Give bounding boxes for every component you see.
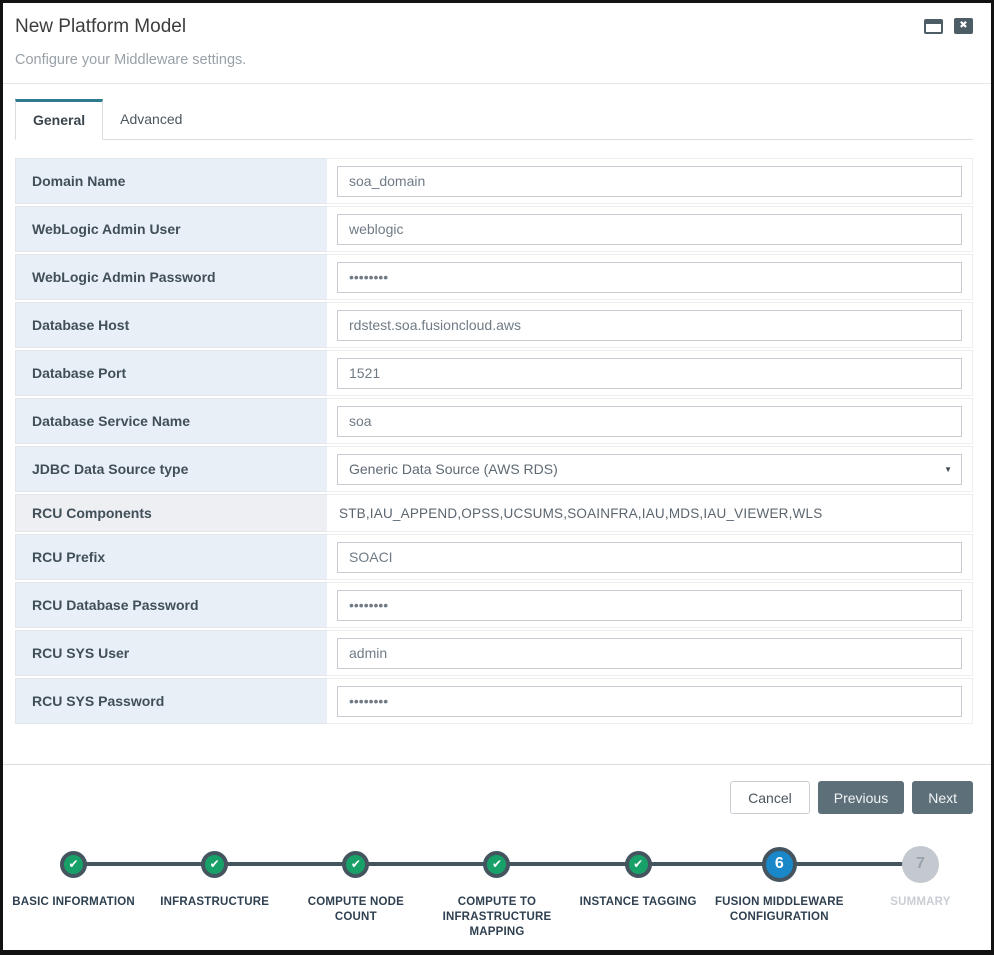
next-button[interactable]: Next <box>912 781 973 814</box>
text-input[interactable] <box>337 358 962 389</box>
step-number[interactable]: 7 <box>902 846 939 883</box>
static-value: STB,IAU_APPEND,OPSS,UCSUMS,SOAINFRA,IAU,… <box>337 506 822 521</box>
password-input[interactable] <box>337 686 962 717</box>
step-label: INFRASTRUCTURE <box>160 895 269 910</box>
text-input[interactable] <box>337 214 962 245</box>
chevron-down-icon: ▼ <box>944 465 952 474</box>
field-value-cell <box>327 158 973 204</box>
form-row: WebLogic Admin Password <box>15 254 973 300</box>
close-icon[interactable]: ✖ <box>954 18 973 34</box>
page-title: New Platform Model <box>15 16 973 38</box>
text-input[interactable] <box>337 542 962 573</box>
spacer <box>3 726 991 764</box>
password-input[interactable] <box>337 590 962 621</box>
field-value-cell <box>327 350 973 396</box>
form-row: JDBC Data Source type Generic Data Sourc… <box>15 446 973 492</box>
check-icon[interactable]: ✔ <box>625 851 652 878</box>
wizard-progress: ✔ BASIC INFORMATION ✔ INFRASTRUCTURE ✔ C… <box>3 830 991 952</box>
wizard-step-5: ✔ INSTANCE TAGGING <box>568 840 709 940</box>
field-value-cell: Generic Data Source (AWS RDS)▼ <box>327 446 973 492</box>
wizard-step-6: 6 FUSION MIDDLEWARE CONFIGURATION <box>709 840 850 940</box>
password-input[interactable] <box>337 262 962 293</box>
form-row: RCU SYS Password <box>15 678 973 724</box>
new-platform-model-dialog: New Platform Model Configure your Middle… <box>0 0 994 955</box>
check-icon[interactable]: ✔ <box>201 851 228 878</box>
step-label: INSTANCE TAGGING <box>580 895 697 910</box>
check-icon[interactable]: ✔ <box>483 851 510 878</box>
field-value-cell: STB,IAU_APPEND,OPSS,UCSUMS,SOAINFRA,IAU,… <box>327 494 973 532</box>
field-value-cell <box>327 678 973 724</box>
text-input[interactable] <box>337 406 962 437</box>
form-row: Database Port <box>15 350 973 396</box>
form-row: RCU Prefix <box>15 534 973 580</box>
wizard-step-1: ✔ BASIC INFORMATION <box>3 840 144 940</box>
form-row: RCU SYS User <box>15 630 973 676</box>
text-input[interactable] <box>337 310 962 341</box>
tab-advanced[interactable]: Advanced <box>103 99 199 140</box>
form-row: RCU Database Password <box>15 582 973 628</box>
wizard-step-4: ✔ COMPUTE TO INFRASTRUCTURE MAPPING <box>426 840 567 940</box>
step-label: COMPUTE TO INFRASTRUCTURE MAPPING <box>426 895 567 940</box>
field-value-cell <box>327 630 973 676</box>
field-label: RCU SYS User <box>15 630 327 676</box>
wizard-steps: ✔ BASIC INFORMATION ✔ INFRASTRUCTURE ✔ C… <box>3 840 991 940</box>
field-value-cell <box>327 398 973 444</box>
maximize-icon[interactable] <box>924 19 943 34</box>
cancel-button[interactable]: Cancel <box>730 781 810 814</box>
field-label: WebLogic Admin Password <box>15 254 327 300</box>
form-row: WebLogic Admin User <box>15 206 973 252</box>
field-label: JDBC Data Source type <box>15 446 327 492</box>
tab-bar: GeneralAdvanced <box>15 99 973 140</box>
step-label: SUMMARY <box>890 895 950 910</box>
check-icon[interactable]: ✔ <box>60 851 87 878</box>
field-label: RCU Components <box>15 494 327 532</box>
field-value-cell <box>327 582 973 628</box>
previous-button[interactable]: Previous <box>818 781 904 814</box>
dialog-header: New Platform Model Configure your Middle… <box>3 3 991 84</box>
field-value-cell <box>327 302 973 348</box>
form-table: Domain Name WebLogic Admin User WebLogic… <box>15 158 973 726</box>
step-number[interactable]: 6 <box>762 847 797 882</box>
form-row: RCU Components STB,IAU_APPEND,OPSS,UCSUM… <box>15 494 973 532</box>
form-row: Database Service Name <box>15 398 973 444</box>
step-label: FUSION MIDDLEWARE CONFIGURATION <box>709 895 850 925</box>
window-controls: ✖ <box>924 18 973 34</box>
step-label: BASIC INFORMATION <box>12 895 135 910</box>
step-label: COMPUTE NODE COUNT <box>285 895 426 925</box>
field-label: Database Port <box>15 350 327 396</box>
field-label: RCU SYS Password <box>15 678 327 724</box>
wizard-step-2: ✔ INFRASTRUCTURE <box>144 840 285 940</box>
field-value-cell <box>327 534 973 580</box>
field-label: RCU Prefix <box>15 534 327 580</box>
field-label: Database Service Name <box>15 398 327 444</box>
field-value-cell <box>327 206 973 252</box>
jdbc-datasource-select[interactable]: Generic Data Source (AWS RDS)▼ <box>337 454 962 485</box>
footer-actions: CancelPreviousNext <box>3 764 991 830</box>
field-label: Database Host <box>15 302 327 348</box>
field-value-cell <box>327 254 973 300</box>
field-label: WebLogic Admin User <box>15 206 327 252</box>
wizard-step-7: 7 SUMMARY <box>850 840 991 940</box>
field-label: RCU Database Password <box>15 582 327 628</box>
form-row: Domain Name <box>15 158 973 204</box>
page-subtitle: Configure your Middleware settings. <box>15 52 973 68</box>
field-label: Domain Name <box>15 158 327 204</box>
form-row: Database Host <box>15 302 973 348</box>
text-input[interactable] <box>337 166 962 197</box>
wizard-step-3: ✔ COMPUTE NODE COUNT <box>285 840 426 940</box>
check-icon[interactable]: ✔ <box>342 851 369 878</box>
tab-general[interactable]: General <box>15 99 103 140</box>
text-input[interactable] <box>337 638 962 669</box>
